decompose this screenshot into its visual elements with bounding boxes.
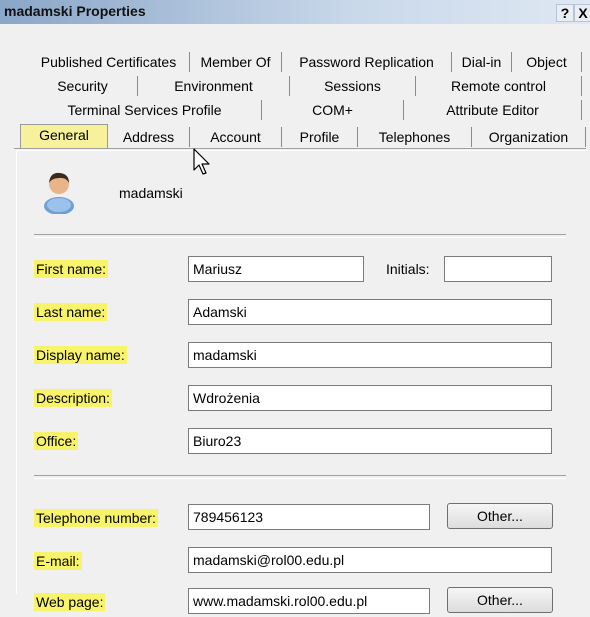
tab-member-of[interactable]: Member Of: [190, 52, 282, 72]
tab-profile[interactable]: Profile: [282, 127, 358, 147]
last-name-label: Last name:: [34, 303, 108, 321]
office-field[interactable]: Biuro23: [188, 428, 552, 454]
tab-telephones[interactable]: Telephones: [358, 127, 472, 147]
tab-published-certificates[interactable]: Published Certificates: [28, 52, 190, 72]
tab-general[interactable]: General: [20, 124, 108, 148]
office-label: Office:: [34, 432, 79, 450]
first-name-field[interactable]: Mariusz: [188, 256, 364, 282]
tab-terminal-services-profile[interactable]: Terminal Services Profile: [28, 100, 262, 120]
initials-field[interactable]: [444, 256, 552, 282]
display-name-field[interactable]: madamski: [188, 342, 552, 368]
telephone-label: Telephone number:: [34, 509, 158, 527]
first-name-label: First name:: [34, 260, 109, 278]
description-label: Description:: [34, 389, 112, 407]
user-icon: [44, 172, 74, 214]
tab-remote-control[interactable]: Remote control: [416, 76, 582, 96]
initials-label: Initials:: [386, 261, 430, 277]
email-label: E-mail:: [34, 552, 82, 570]
tab-organization[interactable]: Organization: [472, 127, 586, 147]
tab-general-label: General: [39, 127, 89, 143]
webpage-other-button[interactable]: Other...: [447, 587, 553, 613]
tab-dial-in[interactable]: Dial-in: [452, 52, 512, 72]
username-label: madamski: [119, 185, 183, 201]
separator-bottom: [34, 475, 566, 479]
description-field[interactable]: Wdrożenia: [188, 385, 552, 411]
close-button[interactable]: X: [574, 4, 590, 22]
telephone-field[interactable]: 789456123: [188, 504, 430, 530]
tab-sessions[interactable]: Sessions: [290, 76, 416, 96]
tab-account[interactable]: Account: [190, 127, 282, 147]
help-button[interactable]: ?: [556, 4, 574, 22]
tab-security[interactable]: Security: [28, 76, 138, 96]
webpage-label: Web page:: [34, 593, 106, 611]
display-name-label: Display name:: [34, 346, 127, 364]
title-bar: madamski Properties ? X: [0, 0, 590, 24]
tab-password-replication[interactable]: Password Replication: [282, 52, 452, 72]
window-title: madamski Properties: [4, 3, 146, 19]
webpage-field[interactable]: www.madamski.rol00.edu.pl: [188, 588, 430, 614]
tab-address[interactable]: Address: [108, 127, 190, 147]
telephone-other-button[interactable]: Other...: [447, 503, 553, 529]
tab-environment[interactable]: Environment: [138, 76, 290, 96]
mouse-cursor-icon: [193, 148, 210, 175]
tab-object[interactable]: Object: [512, 52, 582, 72]
tab-com-plus[interactable]: COM+: [262, 100, 404, 120]
last-name-field[interactable]: Adamski: [188, 299, 552, 325]
tab-attribute-editor[interactable]: Attribute Editor: [404, 100, 582, 120]
separator-top: [34, 234, 566, 238]
email-field[interactable]: madamski@rol00.edu.pl: [188, 547, 552, 573]
